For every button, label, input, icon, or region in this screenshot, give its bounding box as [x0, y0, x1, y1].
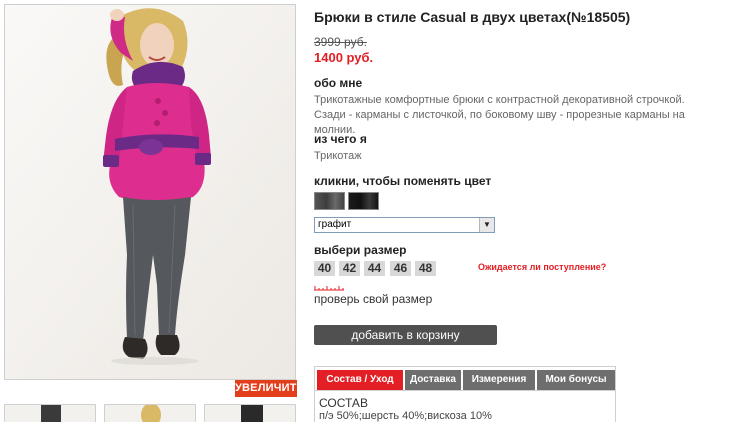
thumbnail-3[interactable]: [204, 404, 296, 422]
new-price: 1400 руб.: [314, 50, 374, 65]
color-select-value: графит: [318, 219, 352, 230]
about-heading: обо мне: [314, 76, 363, 90]
material-heading: из чего я: [314, 132, 367, 146]
size-heading: выбери размер: [314, 243, 407, 257]
thumbnail-strip: [4, 404, 300, 422]
color-select[interactable]: графит ▼: [314, 217, 495, 233]
details-tabs: Состав / Уход Доставка Измерения Мои бон…: [314, 366, 616, 422]
black-swatch[interactable]: [348, 192, 379, 210]
chevron-down-icon[interactable]: ▼: [479, 218, 494, 232]
zoom-button[interactable]: УВЕЛИЧИТЬ: [235, 380, 305, 397]
size-option-40[interactable]: 40: [314, 261, 335, 276]
add-to-cart-button[interactable]: добавить в корзину: [314, 325, 497, 345]
composition-heading: СОСТАВ: [319, 396, 368, 410]
tab-measurements[interactable]: Измерения: [463, 370, 535, 390]
tab-divider: [315, 390, 615, 391]
size-option-48[interactable]: 48: [415, 261, 436, 276]
awaiting-stock-link[interactable]: Ожидается ли поступление?: [478, 262, 606, 272]
composition-text: п/э 50%;шерсть 40%;вискоза 10%: [319, 410, 492, 422]
model-illustration: [5, 5, 295, 379]
thumbnail-2[interactable]: [104, 404, 196, 422]
product-photo[interactable]: [4, 4, 296, 380]
about-text: Трикотажные комфортные брюки с контрастн…: [314, 94, 685, 136]
tab-composition[interactable]: Состав / Уход: [317, 370, 403, 390]
size-option-46[interactable]: 46: [390, 261, 411, 276]
tab-bonuses[interactable]: Мои бонусы: [537, 370, 615, 390]
ruler-icon: [314, 286, 344, 291]
size-option-42[interactable]: 42: [339, 261, 360, 276]
check-size-link[interactable]: проверь свой размер: [314, 292, 432, 306]
tab-delivery[interactable]: Доставка: [405, 370, 461, 390]
color-heading: кликни, чтобы поменять цвет: [314, 174, 492, 188]
thumbnail-1[interactable]: [4, 404, 96, 422]
graphite-swatch[interactable]: [314, 192, 345, 210]
product-title: Брюки в стиле Casual в двух цветах(№1850…: [314, 9, 631, 25]
material-text: Трикотаж: [314, 150, 362, 162]
size-option-44[interactable]: 44: [364, 261, 385, 276]
old-price: 3999 руб.: [314, 35, 367, 49]
